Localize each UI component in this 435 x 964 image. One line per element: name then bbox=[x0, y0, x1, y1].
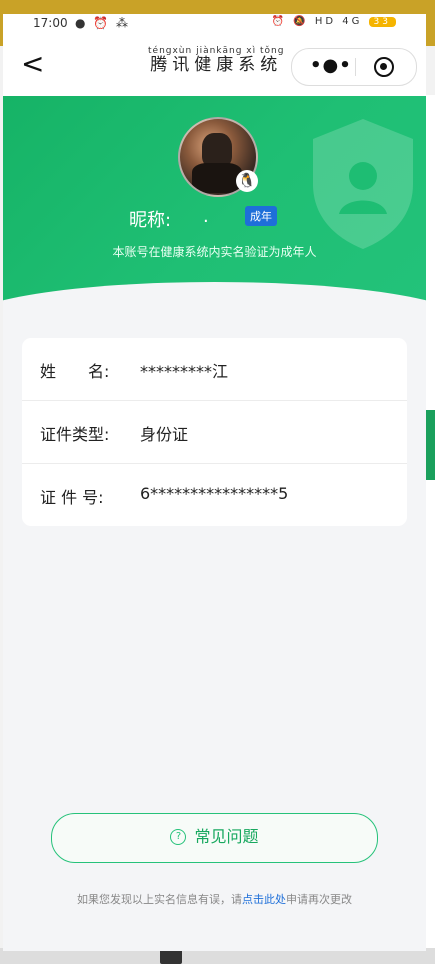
page-title-text: 腾讯健康系统 bbox=[150, 55, 283, 75]
verification-subtitle: 本账号在健康系统内实名验证为成年人 bbox=[112, 245, 317, 259]
correction-link[interactable]: 点击此处 bbox=[242, 893, 286, 906]
nav-bar: < téngxùn jiànkāng xì tǒng 腾讯健康系统 •●• bbox=[3, 34, 426, 96]
info-row-name: 姓 名: *********江 bbox=[22, 338, 407, 401]
info-value: 6****************5 bbox=[140, 484, 289, 503]
status-left-icons: ● ⏰ ⁂ bbox=[75, 16, 131, 30]
status-signal-icons: ⏰ 🔕 HD 4G bbox=[271, 16, 363, 27]
info-label: 姓 名: bbox=[40, 362, 110, 381]
background-app-green-block bbox=[425, 410, 435, 480]
nickname-value: . bbox=[203, 206, 209, 227]
capsule-divider bbox=[355, 58, 356, 76]
info-label: 证件类型: bbox=[40, 425, 110, 444]
correction-note-prefix: 如果您发现以上实名信息有误，请 bbox=[77, 893, 242, 906]
nickname-label: 昵称: bbox=[129, 210, 172, 231]
close-miniprogram-icon[interactable] bbox=[374, 57, 394, 77]
battery-icon: 33 bbox=[368, 17, 396, 27]
info-row-id-number: 证 件 号: 6****************5 bbox=[22, 464, 407, 526]
miniprogram-capsule: •●• bbox=[291, 48, 417, 86]
info-row-id-type: 证件类型: 身份证 bbox=[22, 401, 407, 464]
question-icon: ? bbox=[170, 829, 187, 845]
status-right-icons: ⏰ 🔕 HD 4G 33 bbox=[272, 16, 396, 27]
info-label: 证 件 号: bbox=[40, 488, 104, 507]
status-bar: 17:00 ● ⏰ ⁂ ⏰ 🔕 HD 4G 33 bbox=[3, 14, 426, 34]
identity-info-card: 姓 名: *********江 证件类型: 身份证 证 件 号: 6******… bbox=[22, 338, 407, 526]
background-app-edge bbox=[425, 95, 435, 964]
status-time: 17:00 bbox=[33, 16, 68, 30]
correction-note: 如果您发现以上实名信息有误，请点击此处申请再次更改 bbox=[3, 891, 426, 907]
more-options-icon[interactable]: •●• bbox=[310, 55, 352, 76]
avatar-figure-lower bbox=[192, 163, 242, 193]
correction-note-suffix: 申请再次更改 bbox=[286, 893, 352, 906]
faq-button[interactable]: ? 常见问题 bbox=[51, 813, 378, 863]
info-value: 身份证 bbox=[140, 425, 189, 444]
page-title: téngxùn jiànkāng xì tǒng 腾讯健康系统 bbox=[148, 46, 284, 74]
back-icon[interactable]: < bbox=[21, 50, 44, 78]
qq-penguin-icon: 🐧 bbox=[236, 170, 258, 192]
faq-button-label: 常见问题 bbox=[194, 827, 259, 846]
avatar-figure bbox=[202, 133, 232, 167]
adult-badge: 成年 bbox=[245, 206, 277, 226]
shield-icon bbox=[313, 119, 413, 249]
info-value: *********江 bbox=[140, 362, 229, 381]
health-system-page: 17:00 ● ⏰ ⁂ ⏰ 🔕 HD 4G 33 < téngxùn jiànk… bbox=[3, 14, 426, 951]
